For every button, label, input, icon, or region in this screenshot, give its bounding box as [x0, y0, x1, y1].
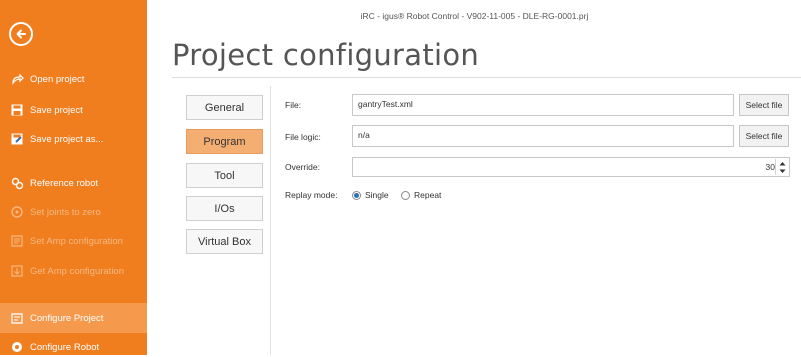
replay-repeat-option[interactable]: Repeat	[401, 190, 441, 200]
tab-general[interactable]: General	[186, 95, 263, 120]
override-spinner[interactable]	[775, 159, 788, 175]
back-button[interactable]	[9, 22, 33, 46]
override-label: Override:	[285, 162, 320, 172]
reference-gears-icon	[10, 176, 24, 190]
file-field[interactable]: gantryTest.xml	[352, 94, 734, 116]
joint-zero-icon	[10, 205, 24, 219]
file-logic-label: File logic:	[285, 132, 321, 142]
select-logic-file-button[interactable]: Select file	[739, 125, 789, 147]
tab-program[interactable]: Program	[186, 129, 263, 154]
spin-down-icon[interactable]	[776, 167, 788, 175]
tabs-divider	[270, 86, 271, 355]
amp-set-icon	[10, 234, 24, 248]
select-file-button[interactable]: Select file	[739, 94, 789, 116]
page-title: Project configuration	[172, 38, 480, 72]
tab-ios[interactable]: I/Os	[186, 196, 263, 221]
menu-set-joints-zero[interactable]: Set joints to zero	[0, 200, 147, 224]
menu-configure-project[interactable]: Configure Project	[0, 303, 147, 333]
save-as-icon	[10, 132, 24, 146]
replay-mode-label: Replay mode:	[285, 190, 338, 200]
project-config-icon	[10, 311, 24, 325]
radio-repeat[interactable]	[401, 190, 410, 200]
window-title: iRC - igus® Robot Control - V902-11-005 …	[360, 11, 589, 21]
override-value: 30	[765, 162, 775, 172]
file-logic-field[interactable]: n/a	[352, 125, 734, 147]
robot-gear-icon	[10, 340, 24, 354]
menu-reference-robot[interactable]: Reference robot	[0, 171, 147, 195]
file-label: File:	[285, 100, 302, 110]
menu-get-amp-config[interactable]: Get Amp configuration	[0, 259, 147, 283]
tab-virtual-box[interactable]: Virtual Box	[186, 229, 263, 254]
menu-save-project[interactable]: Save project	[0, 98, 147, 122]
sidebar: Open project Save project Save project a…	[0, 0, 147, 355]
menu-set-amp-config[interactable]: Set Amp configuration	[0, 229, 147, 253]
amp-get-icon	[10, 264, 24, 278]
spin-up-icon[interactable]	[776, 159, 788, 167]
arrow-left-circle-icon	[16, 29, 26, 39]
replay-single-option[interactable]: Single	[352, 190, 389, 200]
tab-tool[interactable]: Tool	[186, 163, 263, 188]
menu-configure-robot[interactable]: Configure Robot	[0, 337, 147, 357]
menu-open-project[interactable]: Open project	[0, 67, 147, 91]
radio-single[interactable]	[352, 190, 361, 200]
floppy-disk-icon	[10, 103, 24, 117]
title-divider	[172, 77, 801, 78]
override-stepper[interactable]: 30	[352, 157, 790, 177]
menu-save-project-as[interactable]: Save project as...	[0, 127, 147, 151]
open-folder-icon	[10, 72, 24, 86]
